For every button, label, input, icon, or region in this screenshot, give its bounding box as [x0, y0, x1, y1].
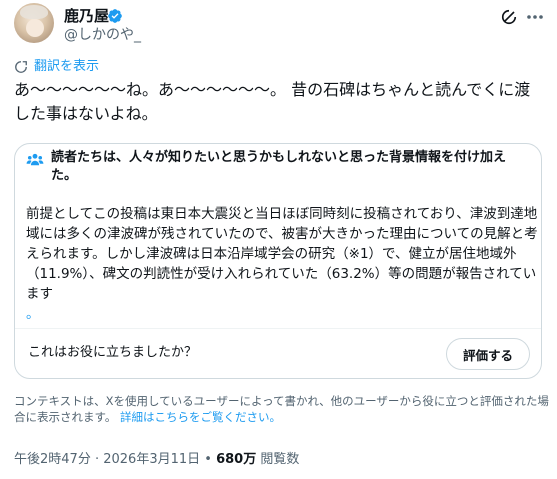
- community-note-body: 前提としてこの投稿は東日本大震災と当日ほぼ同時刻に投稿されており、津波到達地域に…: [26, 204, 538, 324]
- community-note-title: 読者たちは、人々が知りたいと思うかもしれないと思った背景情報を付け加えた。: [51, 150, 507, 183]
- post-meta: 午後2時47分 · 2026年3月11日 • 680万 閲覧数: [14, 451, 299, 469]
- context-notice-text: コンテキストは、Xを使用しているユーザーによって書かれ、他のユーザーから役に立つ…: [14, 394, 549, 424]
- post-time[interactable]: 午後2時47分: [14, 452, 91, 467]
- community-note-link[interactable]: 。: [26, 306, 40, 322]
- community-people-icon: [26, 153, 44, 166]
- context-notice: コンテキストは、Xを使用しているユーザーによって書かれ、他のユーザーから役に立つ…: [14, 393, 550, 425]
- grok-icon[interactable]: [499, 7, 519, 27]
- community-note-text: 前提としてこの投稿は東日本大震災と当日ほぼ同時刻に投稿されており、津波到達地域に…: [26, 206, 538, 302]
- learn-more-link[interactable]: 詳細はこちらをご覧ください。: [120, 410, 281, 424]
- author-handle[interactable]: @しかのや_: [64, 26, 141, 44]
- more-options-icon[interactable]: [526, 14, 544, 20]
- views-count: 680万: [216, 452, 257, 467]
- translate-icon: [15, 61, 27, 73]
- note-divider: [15, 328, 541, 329]
- rate-button[interactable]: 評価する: [446, 338, 530, 370]
- helpful-question: これはお役に立ちましたか？: [28, 345, 198, 360]
- author-name[interactable]: 鹿乃屋: [64, 6, 109, 26]
- post-text: あ〜〜〜〜〜〜ね。あ〜〜〜〜〜〜。 昔の石碑はちゃんと読んでくに渡した事はないよ…: [14, 80, 531, 123]
- meta-separator: ·: [90, 452, 104, 467]
- avatar[interactable]: [14, 3, 54, 43]
- translate-link[interactable]: 翻訳を表示: [14, 59, 99, 75]
- meta-separator: •: [200, 452, 217, 467]
- post-date[interactable]: 2026年3月11日: [103, 452, 200, 467]
- translate-label[interactable]: 翻訳を表示: [34, 59, 99, 75]
- verified-badge-icon: [108, 9, 122, 23]
- views-label: 閲覧数: [256, 452, 300, 467]
